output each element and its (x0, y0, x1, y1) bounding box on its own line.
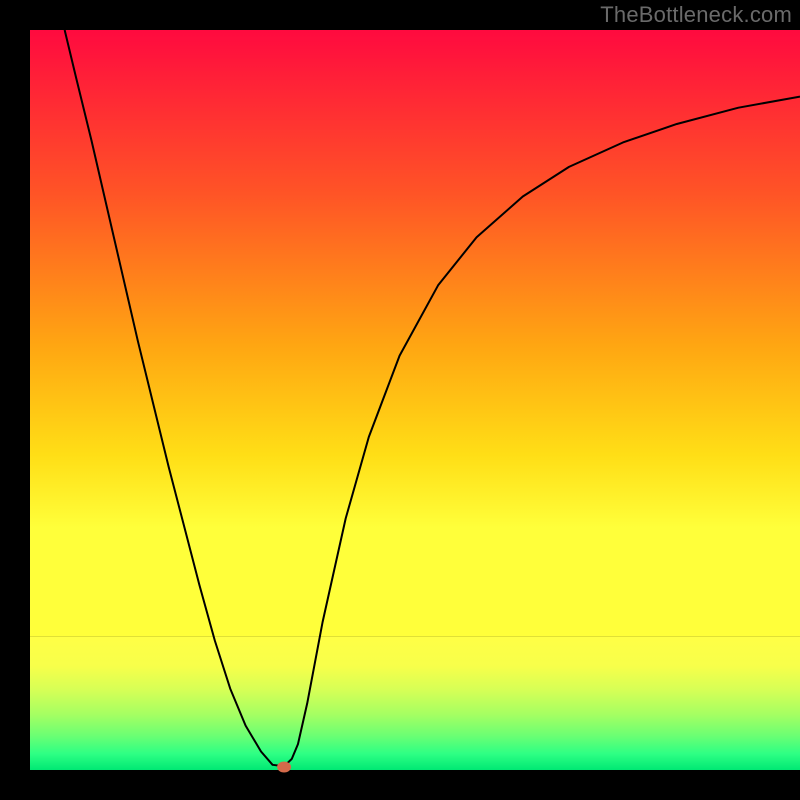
chart-container: TheBottleneck.com (0, 0, 800, 800)
plot-background (30, 30, 800, 770)
optimum-marker (277, 762, 291, 773)
bottleneck-chart (0, 0, 800, 800)
watermark-text: TheBottleneck.com (600, 2, 792, 28)
